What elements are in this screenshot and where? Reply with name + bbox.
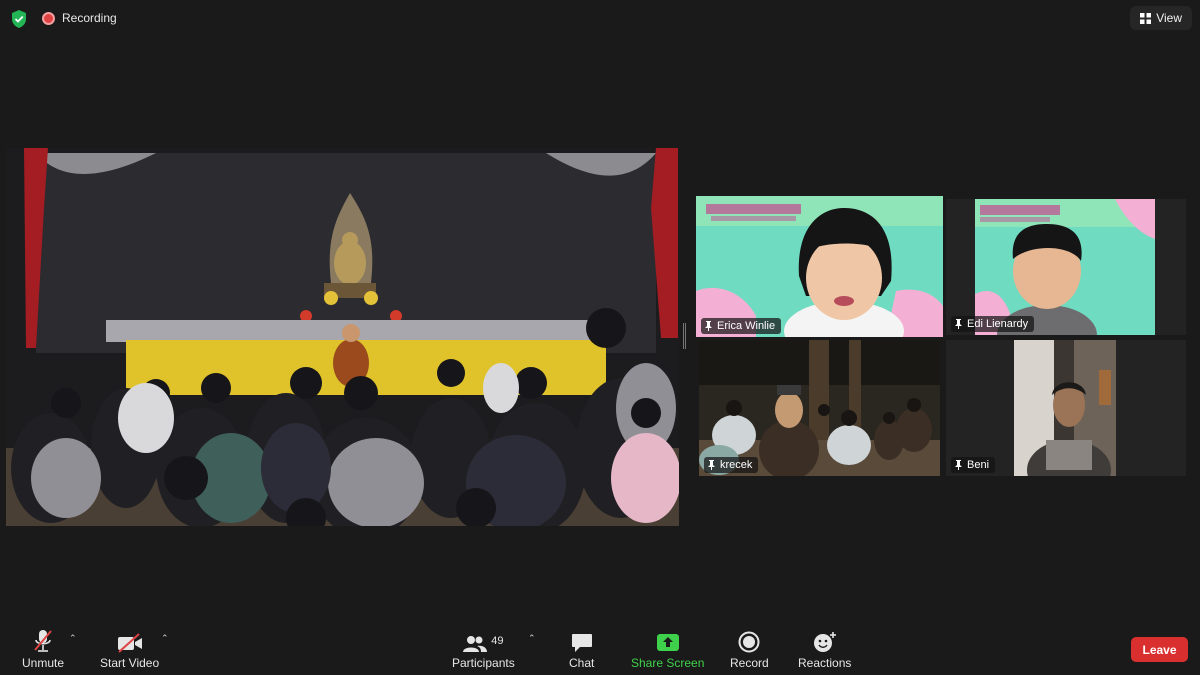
participant-tile-krecek[interactable]: krecek: [699, 340, 940, 476]
participant-video-beni: [1014, 340, 1116, 476]
view-button[interactable]: View: [1130, 6, 1192, 30]
participants-button[interactable]: 49 Participants: [452, 627, 515, 670]
reactions-button[interactable]: Reactions: [798, 627, 851, 670]
resize-handle[interactable]: [683, 323, 686, 349]
recording-label: Recording: [62, 11, 117, 25]
recording-dot-icon: [42, 11, 55, 25]
participant-name: Beni: [967, 459, 990, 471]
participant-video-edi-lienardy: [975, 199, 1155, 335]
security-shield-icon[interactable]: [9, 9, 29, 29]
chat-button[interactable]: Chat: [569, 627, 594, 670]
chat-label: Chat: [569, 656, 595, 670]
participants-count: 49: [491, 635, 504, 647]
unmute-button[interactable]: Unmute: [22, 627, 64, 670]
participant-video-erica-winlie: [696, 196, 943, 337]
view-label: View: [1156, 11, 1182, 25]
participant-name-tag: Erica Winlie: [701, 318, 782, 334]
participant-name-tag: krecek: [704, 457, 759, 473]
pin-icon: [708, 460, 715, 470]
reactions-label: Reactions: [798, 656, 852, 670]
main-video-feed[interactable]: [6, 148, 679, 526]
participant-tile-beni[interactable]: Beni: [946, 340, 1186, 476]
participant-video-krecek: [699, 340, 940, 476]
participants-options-caret-icon[interactable]: ⌃: [528, 633, 536, 644]
participant-name: Erica Winlie: [717, 320, 776, 332]
main-video-image: [6, 148, 679, 526]
chat-bubble-icon: [571, 634, 592, 652]
record-button[interactable]: Record: [730, 627, 769, 670]
participant-name: krecek: [720, 459, 753, 471]
audio-options-caret-icon[interactable]: ⌃: [69, 633, 77, 644]
participant-tile-edi-lienardy[interactable]: Edi Lienardy: [946, 199, 1186, 335]
pin-icon: [955, 460, 962, 470]
pin-icon: [705, 321, 712, 331]
grid-icon: [1140, 12, 1152, 24]
video-options-caret-icon[interactable]: ⌃: [161, 633, 169, 644]
leave-button[interactable]: Leave: [1131, 637, 1188, 662]
record-label: Record: [730, 656, 769, 670]
video-off-icon: [117, 633, 142, 653]
participants-icon: [463, 636, 488, 652]
share-screen-button[interactable]: Share Screen: [631, 627, 704, 670]
participant-name-tag: Beni: [951, 457, 996, 473]
smiley-plus-icon: [813, 632, 836, 652]
unmute-label: Unmute: [22, 656, 65, 670]
share-screen-icon: [656, 634, 679, 651]
participant-name-tag: Edi Lienardy: [951, 316, 1035, 332]
start-video-button[interactable]: Start Video: [100, 627, 159, 670]
recording-indicator[interactable]: Recording: [42, 11, 117, 25]
start-video-label: Start Video: [100, 656, 160, 670]
participants-label: Participants: [452, 656, 515, 670]
share-screen-label: Share Screen: [631, 656, 705, 670]
participant-tile-erica-winlie[interactable]: Erica Winlie: [696, 196, 943, 337]
pin-icon: [955, 319, 962, 329]
record-icon: [738, 631, 760, 653]
participant-name: Edi Lienardy: [967, 318, 1029, 330]
muted-microphone-icon: [34, 630, 52, 652]
meeting-toolbar: Unmute ⌃ Start Video ⌃ 49 Participants ⌃: [0, 617, 1200, 675]
